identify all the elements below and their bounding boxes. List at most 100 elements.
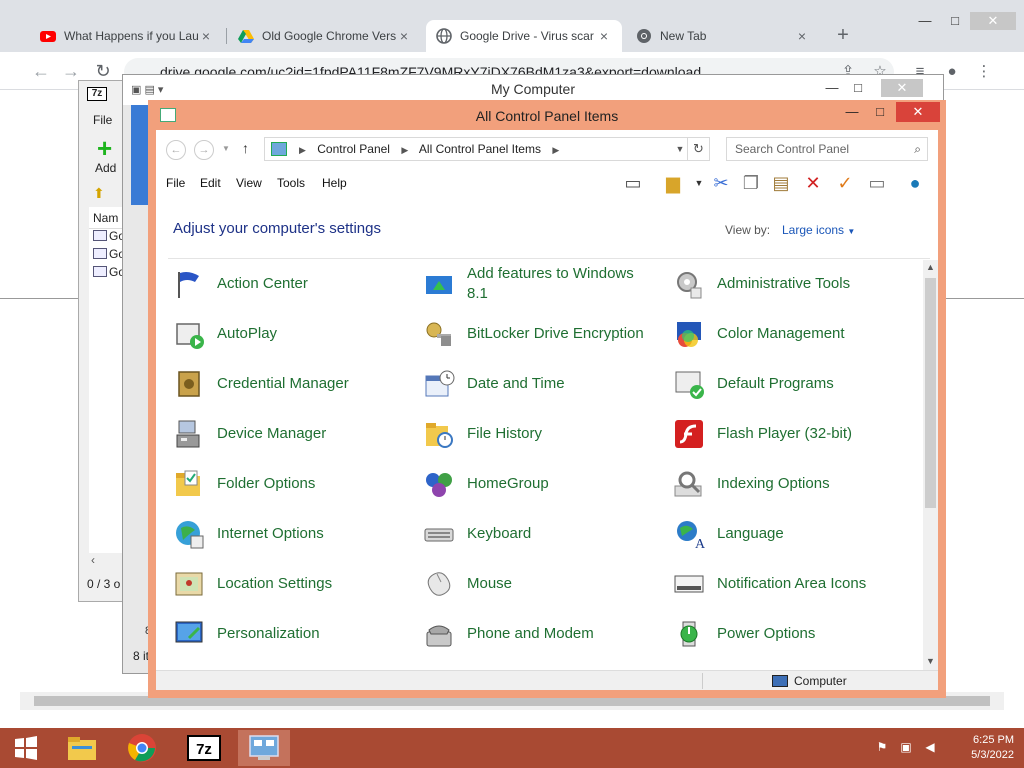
properties-check-icon[interactable]: ✓: [832, 171, 858, 195]
cp-item-notification-area-icons[interactable]: Notification Area Icons: [673, 562, 913, 606]
view-by-dropdown[interactable]: Large icons ▼: [782, 223, 855, 237]
folder-icon[interactable]: ▆: [660, 171, 686, 195]
taskbar-file-explorer[interactable]: [56, 730, 108, 766]
start-button[interactable]: [0, 730, 52, 766]
tab-close-icon[interactable]: ×: [596, 28, 612, 44]
cp-item-bitlocker-drive-encryption[interactable]: BitLocker Drive Encryption: [423, 312, 663, 356]
autoplay-icon: [173, 318, 205, 350]
breadcrumb-all-items[interactable]: All Control Panel Items: [419, 142, 541, 156]
cp-item-color-management[interactable]: Color Management: [673, 312, 913, 356]
cp-item-add-features-to-windows-8-1[interactable]: Add features to Windows 8.1: [423, 262, 663, 306]
cp-item-language[interactable]: A Language: [673, 512, 913, 556]
add-button-label[interactable]: Add: [95, 161, 116, 175]
tab-close-icon[interactable]: ×: [396, 28, 412, 44]
taskbar-clock[interactable]: 6:25 PM 5/3/2022: [950, 733, 1014, 763]
ribbon-file-tab[interactable]: [131, 105, 149, 205]
cp-item-personalization[interactable]: Personalization: [173, 612, 413, 656]
network-globe-icon[interactable]: ●: [902, 171, 928, 195]
up-arrow-icon[interactable]: ↑: [242, 140, 249, 156]
chevron-right-icon[interactable]: ▶: [299, 145, 306, 155]
status-computer: Computer: [794, 674, 847, 688]
refresh-button[interactable]: ↻: [688, 137, 710, 161]
my-computer-minimize-button[interactable]: —: [819, 79, 845, 97]
cp-item-date-and-time[interactable]: Date and Time: [423, 362, 663, 406]
cp-item-administrative-tools[interactable]: Administrative Tools: [673, 262, 913, 306]
chrome-minimize-button[interactable]: —: [910, 12, 940, 30]
search-icon[interactable]: ⌕: [914, 138, 921, 160]
network-icon[interactable]: ▣: [898, 740, 914, 756]
control-panel-titlebar[interactable]: All Control Panel Items — □ ✕: [148, 100, 946, 130]
menu-file[interactable]: File: [166, 176, 185, 190]
cp-item-location-settings[interactable]: Location Settings: [173, 562, 413, 606]
chevron-right-icon[interactable]: ▶: [552, 145, 559, 155]
add-plus-icon[interactable]: +: [97, 135, 112, 161]
cp-item-credential-manager[interactable]: Credential Manager: [173, 362, 413, 406]
address-dropdown-icon[interactable]: ▼: [672, 137, 688, 161]
tab-label: New Tab: [660, 29, 707, 43]
cp-item-phone-and-modem[interactable]: Phone and Modem: [423, 612, 663, 656]
action-center-flag-icon[interactable]: ⚑: [874, 740, 890, 756]
folder-up-icon[interactable]: ⬆: [93, 185, 105, 202]
copy-icon[interactable]: ❐: [738, 171, 764, 195]
key-lock-icon: [423, 318, 455, 350]
cp-item-indexing-options[interactable]: Indexing Options: [673, 462, 913, 506]
tab-google-drive[interactable]: Google Drive - Virus scar ×: [426, 20, 622, 52]
breadcrumb-control-panel[interactable]: Control Panel: [317, 142, 390, 156]
cp-item-keyboard[interactable]: Keyboard: [423, 512, 663, 556]
cp-item-file-history[interactable]: File History: [423, 412, 663, 456]
recent-locations-icon[interactable]: ▼: [222, 144, 230, 153]
chevron-right-icon[interactable]: ▶: [401, 145, 408, 155]
cp-item-homegroup[interactable]: HomeGroup: [423, 462, 663, 506]
menu-tools[interactable]: Tools: [277, 176, 305, 190]
scrollbar-thumb[interactable]: [925, 278, 936, 508]
reload-button[interactable]: ↻: [92, 60, 114, 82]
cp-item-flash-player-32-bit[interactable]: Flash Player (32-bit): [673, 412, 913, 456]
forward-button[interactable]: →: [60, 60, 82, 82]
cp-item-action-center[interactable]: Action Center: [173, 262, 413, 306]
cp-close-button[interactable]: ✕: [896, 102, 940, 122]
scroll-down-icon[interactable]: ▼: [923, 656, 938, 670]
chrome-menu-icon[interactable]: ⋮: [974, 62, 994, 82]
7zip-menu-file[interactable]: File: [93, 113, 112, 127]
taskbar-chrome[interactable]: [116, 730, 168, 766]
scroll-up-icon[interactable]: ▲: [923, 262, 938, 276]
cp-item-autoplay[interactable]: AutoPlay: [173, 312, 413, 356]
delete-icon[interactable]: ✕: [800, 171, 826, 195]
cp-item-device-manager[interactable]: Device Manager: [173, 412, 413, 456]
tab-youtube[interactable]: What Happens if you Lau ×: [30, 20, 224, 52]
my-computer-maximize-button[interactable]: □: [845, 79, 871, 97]
cut-icon[interactable]: ✂: [708, 171, 734, 195]
cp-item-folder-options[interactable]: Folder Options: [173, 462, 413, 506]
tab-old-chrome[interactable]: Old Google Chrome Vers ×: [228, 20, 422, 52]
my-computer-close-button[interactable]: ✕: [881, 79, 923, 97]
cp-maximize-button[interactable]: □: [866, 102, 894, 122]
cp-item-default-programs[interactable]: Default Programs: [673, 362, 913, 406]
cp-item-power-options[interactable]: Power Options: [673, 612, 913, 656]
new-tab-button[interactable]: +: [832, 24, 854, 46]
cp-item-mouse[interactable]: Mouse: [423, 562, 663, 606]
back-button[interactable]: ←: [30, 60, 52, 82]
menu-view[interactable]: View: [236, 176, 262, 190]
breadcrumb[interactable]: ▶ Control Panel ▶ All Control Panel Item…: [264, 137, 688, 161]
chrome-close-button[interactable]: ✕: [970, 12, 1016, 30]
taskbar-control-panel[interactable]: [238, 730, 290, 766]
menu-edit[interactable]: Edit: [200, 176, 221, 190]
tab-close-icon[interactable]: ×: [794, 28, 810, 44]
tab-close-icon[interactable]: ×: [198, 28, 214, 44]
profile-avatar-icon[interactable]: ●: [942, 62, 962, 82]
rename-icon[interactable]: ▭: [864, 171, 890, 195]
cp-minimize-button[interactable]: —: [838, 102, 866, 122]
vertical-scrollbar[interactable]: ▲ ▼: [923, 260, 938, 670]
taskbar-7zip[interactable]: 7z: [178, 730, 230, 766]
cp-back-button[interactable]: ←: [166, 140, 186, 160]
cp-forward-button[interactable]: →: [194, 140, 214, 160]
search-input[interactable]: Search Control Panel ⌕: [726, 137, 928, 161]
tab-new-tab[interactable]: New Tab ×: [626, 20, 820, 52]
volume-muted-icon[interactable]: ◀: [922, 740, 938, 756]
menu-help[interactable]: Help: [322, 176, 347, 190]
cp-item-internet-options[interactable]: Internet Options: [173, 512, 413, 556]
layout-pane-icon[interactable]: ▭: [620, 171, 646, 195]
chrome-maximize-button[interactable]: □: [940, 12, 970, 30]
globe-icon: [436, 28, 452, 44]
paste-icon[interactable]: ▤: [768, 171, 794, 195]
